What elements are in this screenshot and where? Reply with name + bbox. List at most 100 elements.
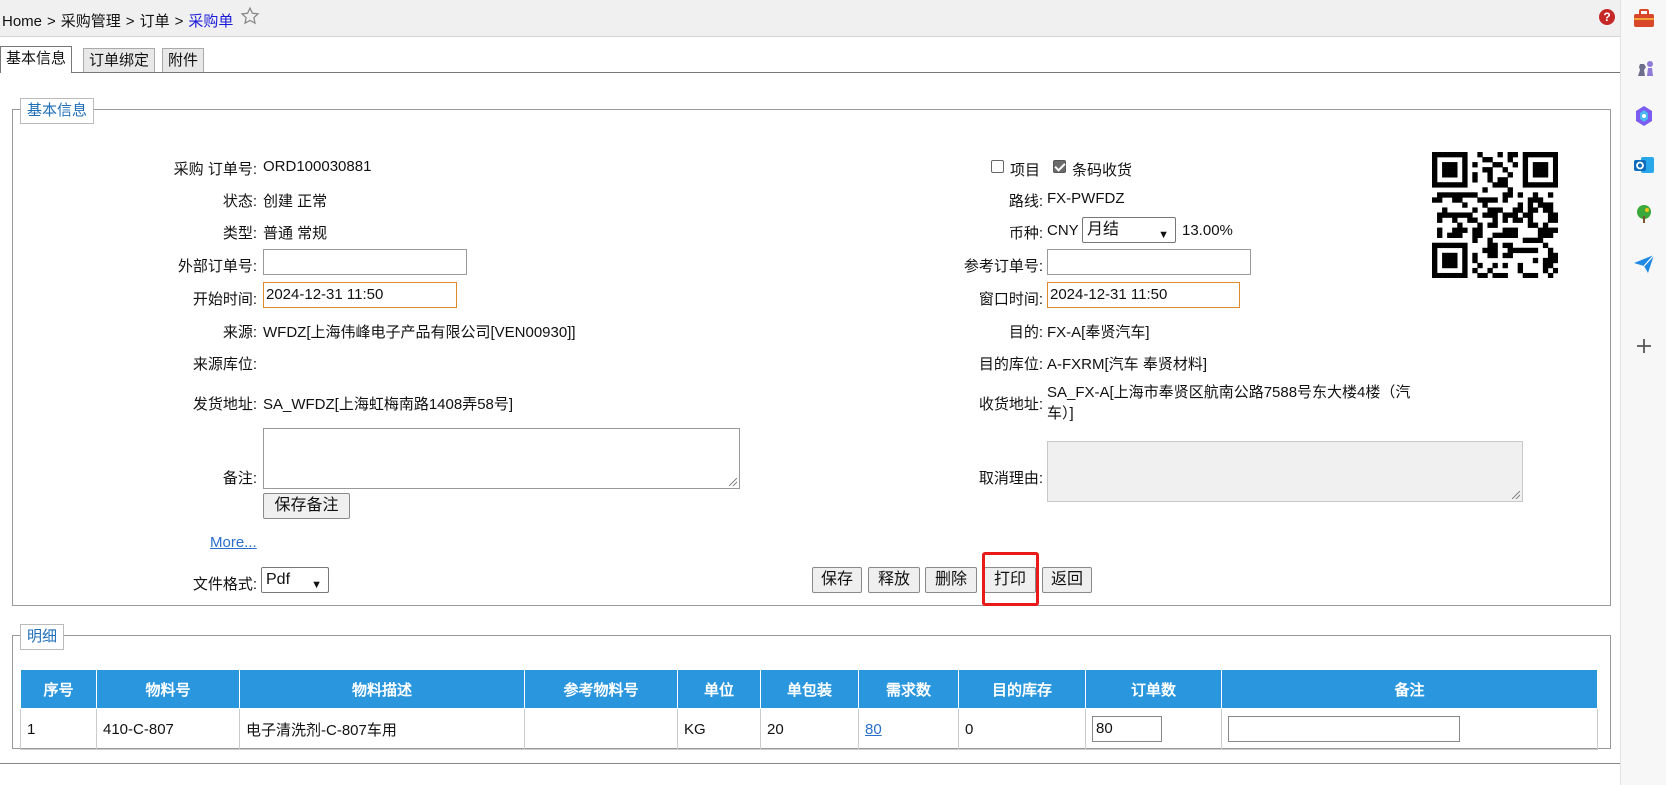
qr-module bbox=[1452, 212, 1458, 218]
qr-module bbox=[1547, 202, 1554, 208]
resize-grip-icon[interactable] bbox=[729, 478, 737, 486]
qr-module bbox=[1492, 182, 1498, 188]
qr-module bbox=[1552, 252, 1558, 259]
col-pack[interactable]: 单包装 bbox=[760, 669, 859, 709]
qr-module bbox=[1552, 257, 1558, 264]
qr-module bbox=[1507, 172, 1513, 178]
source-location-label: 来源库位: bbox=[192, 356, 257, 373]
qr-module bbox=[1522, 212, 1529, 218]
remark-textarea[interactable] bbox=[263, 428, 740, 489]
delete-button[interactable]: 删除 bbox=[925, 567, 977, 593]
qr-module bbox=[1462, 152, 1468, 158]
qr-module bbox=[1462, 262, 1468, 269]
receive-address-label: 收货地址: bbox=[978, 396, 1043, 413]
settlement-select[interactable]: 月结 ▼ bbox=[1082, 217, 1176, 243]
save-button[interactable]: 保存 bbox=[812, 567, 862, 593]
chess-icon[interactable] bbox=[1632, 56, 1656, 80]
ship-address-label: 发货地址: bbox=[192, 396, 257, 413]
back-button[interactable]: 返回 bbox=[1042, 567, 1092, 593]
route-value: FX-PWFDZ bbox=[1047, 190, 1125, 207]
breadcrumb-home[interactable]: Home bbox=[2, 13, 42, 30]
breadcrumb-purchase[interactable]: 采购管理 bbox=[61, 13, 121, 30]
qr-module bbox=[1492, 242, 1498, 249]
qr-module bbox=[1462, 167, 1468, 173]
tab-bar: 基本信息 订单绑定 附件 bbox=[0, 46, 1620, 73]
order-no-label: 采购 订单号: bbox=[173, 161, 257, 178]
qr-module bbox=[1522, 177, 1529, 183]
qr-module bbox=[1442, 172, 1448, 178]
col-unit[interactable]: 单位 bbox=[677, 669, 761, 709]
col-dest-stock[interactable]: 目的库存 bbox=[958, 669, 1086, 709]
col-seq[interactable]: 序号 bbox=[20, 669, 97, 709]
qr-module bbox=[1542, 207, 1549, 213]
tab-basic-info[interactable]: 基本信息 bbox=[0, 46, 73, 73]
col-ref-material[interactable]: 参考物料号 bbox=[524, 669, 678, 709]
start-time-input[interactable]: 2024-12-31 11:50 bbox=[263, 282, 457, 308]
add-icon[interactable] bbox=[1632, 334, 1656, 358]
save-remark-button[interactable]: 保存备注 bbox=[263, 493, 350, 519]
qr-module bbox=[1437, 227, 1443, 233]
qr-module bbox=[1492, 212, 1498, 218]
ref-order-input[interactable] bbox=[1047, 249, 1251, 275]
qr-module bbox=[1432, 172, 1438, 178]
tab-order-binding[interactable]: 订单绑定 bbox=[83, 48, 156, 72]
col-description[interactable]: 物料描述 bbox=[239, 669, 525, 709]
star-icon[interactable] bbox=[240, 6, 260, 26]
window-time-input[interactable]: 2024-12-31 11:50 bbox=[1047, 282, 1240, 308]
qr-module bbox=[1527, 222, 1534, 228]
col-material[interactable]: 物料号 bbox=[96, 669, 240, 709]
dest-location-label: 目的库位: bbox=[978, 356, 1043, 373]
qr-module bbox=[1442, 257, 1448, 264]
qr-module bbox=[1452, 272, 1458, 278]
qr-module bbox=[1552, 157, 1558, 163]
cell-material: 410-C-807 bbox=[96, 708, 240, 750]
barcode-receive-checkbox[interactable] bbox=[1053, 160, 1066, 173]
qr-module bbox=[1457, 272, 1463, 278]
receive-address-value: SA_FX-A[上海市奉贤区航南公路7588号东大楼4楼（汽车）] bbox=[1047, 384, 1411, 422]
copilot-icon[interactable] bbox=[1632, 104, 1656, 128]
qr-module bbox=[1502, 272, 1508, 278]
breadcrumb-order[interactable]: 订单 bbox=[140, 13, 170, 30]
qr-module bbox=[1502, 182, 1508, 188]
project-checkbox[interactable] bbox=[991, 160, 1004, 173]
qr-module bbox=[1487, 237, 1493, 244]
qr-module bbox=[1542, 172, 1549, 178]
row-remark-input[interactable] bbox=[1228, 716, 1460, 742]
qr-module bbox=[1502, 242, 1508, 249]
qr-module bbox=[1547, 182, 1554, 188]
release-button[interactable]: 释放 bbox=[868, 567, 920, 593]
outlook-icon[interactable] bbox=[1632, 153, 1656, 177]
order-qty-input[interactable]: 80 bbox=[1092, 716, 1162, 742]
tab-attachments[interactable]: 附件 bbox=[162, 48, 205, 72]
col-demand[interactable]: 需求数 bbox=[858, 669, 959, 709]
qr-module bbox=[1432, 157, 1438, 163]
qr-module bbox=[1542, 232, 1549, 238]
qr-module bbox=[1447, 232, 1453, 238]
col-order-qty[interactable]: 订单数 bbox=[1085, 669, 1222, 709]
qr-module bbox=[1507, 242, 1513, 249]
help-icon[interactable]: ? bbox=[1599, 9, 1615, 25]
toolbox-icon[interactable] bbox=[1632, 6, 1656, 30]
qr-module bbox=[1442, 152, 1448, 158]
breadcrumb-sep: > bbox=[47, 13, 56, 30]
qr-module bbox=[1447, 242, 1453, 249]
tree-icon[interactable] bbox=[1632, 202, 1656, 226]
qr-module bbox=[1502, 217, 1508, 223]
file-format-select[interactable]: Pdf ▼ bbox=[261, 567, 329, 593]
qr-module bbox=[1462, 192, 1468, 198]
qr-module bbox=[1447, 172, 1453, 178]
qr-module bbox=[1532, 192, 1539, 198]
more-link[interactable]: More... bbox=[210, 534, 257, 551]
qr-module bbox=[1522, 247, 1529, 254]
col-remark[interactable]: 备注 bbox=[1221, 669, 1598, 709]
qr-module bbox=[1447, 252, 1453, 259]
demand-link[interactable]: 80 bbox=[865, 721, 882, 738]
ext-order-input[interactable] bbox=[263, 249, 467, 275]
send-icon[interactable] bbox=[1632, 252, 1656, 276]
qr-module bbox=[1547, 272, 1554, 278]
qr-module bbox=[1477, 262, 1483, 269]
qr-module bbox=[1522, 157, 1529, 163]
qr-module bbox=[1432, 247, 1438, 254]
qr-module bbox=[1492, 232, 1498, 238]
qr-module bbox=[1552, 217, 1558, 223]
